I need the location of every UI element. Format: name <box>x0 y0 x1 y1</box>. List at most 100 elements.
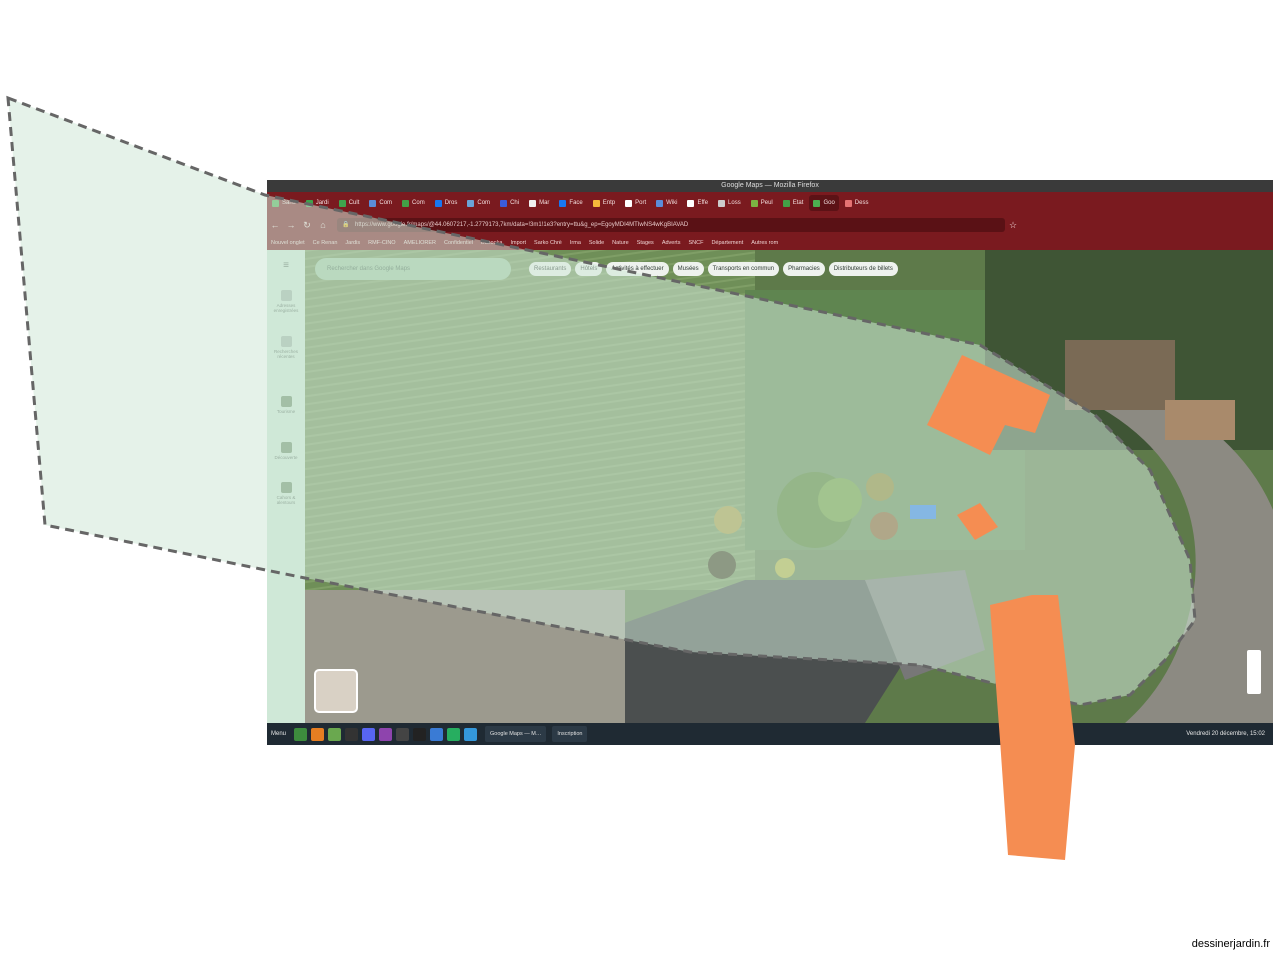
tab-favicon-icon <box>656 199 664 207</box>
tab-favicon-icon <box>467 199 475 207</box>
tab-label: Goo <box>823 200 835 206</box>
bookmark-item[interactable]: Ce Renan <box>313 240 338 246</box>
satellite-imagery[interactable] <box>305 250 1273 723</box>
firefox-icon[interactable] <box>311 727 325 741</box>
bookmark-item[interactable]: SNCF <box>688 240 703 246</box>
bookmark-item[interactable]: RMF-CINO <box>368 240 396 246</box>
zoom-control[interactable] <box>1247 650 1261 694</box>
category-chips: Restaurants Hôtels Activités à effectuer Mu… <box>529 262 898 276</box>
url-text: https://www.google.fr/maps/@44.0607217,-… <box>355 222 689 228</box>
tab-label: Peul <box>760 200 773 206</box>
tab-label: Loss <box>728 200 741 206</box>
browser-tab[interactable]: Com <box>365 195 396 211</box>
category-chip[interactable]: Activités à effectuer <box>606 262 669 276</box>
tab-favicon-icon <box>844 199 852 207</box>
browser-tab[interactable]: Effe <box>683 195 712 211</box>
sidebar-item[interactable]: Recherches récentes <box>269 336 303 359</box>
reload-icon[interactable]: ↻ <box>299 217 315 233</box>
shrub <box>870 512 898 540</box>
browser-tab[interactable]: Dess <box>841 195 873 211</box>
sidebar-item-label: Recherches récentes <box>273 349 298 359</box>
tab-favicon-icon <box>305 199 313 207</box>
bookmark-item[interactable]: Autres rom <box>751 240 778 246</box>
browser-tab[interactable]: Port <box>621 195 650 211</box>
browser-tab[interactable]: Com <box>463 195 494 211</box>
bookmark-item[interactable]: Confidentiel <box>444 240 473 246</box>
site-credit: dessinerjardin.fr <box>1191 938 1270 950</box>
browser-tab[interactable]: Jardi <box>302 195 333 211</box>
app-icon[interactable] <box>464 727 478 741</box>
mail-icon[interactable] <box>396 727 410 741</box>
category-chip[interactable]: Restaurants <box>529 262 572 276</box>
chat-icon[interactable] <box>362 727 376 741</box>
tab-favicon-icon <box>592 199 600 207</box>
bookmark-item[interactable]: Adverts <box>662 240 681 246</box>
hamburger-menu-icon[interactable]: ≡ <box>269 260 303 271</box>
bookmark-item[interactable]: Import <box>510 240 526 246</box>
bookmark-item[interactable]: Nature <box>612 240 629 246</box>
browser-tab[interactable]: Loss <box>714 195 745 211</box>
bookmark-item[interactable]: Département <box>711 240 743 246</box>
browser-tab[interactable]: Com <box>398 195 429 211</box>
folder-icon[interactable] <box>328 727 342 741</box>
browser-tab[interactable]: Peul <box>747 195 777 211</box>
forward-icon[interactable]: → <box>283 217 299 233</box>
search-input[interactable]: Rechercher dans Google Maps <box>315 258 511 280</box>
category-chip[interactable]: Pharmacies <box>783 262 825 276</box>
layers-thumbnail[interactable] <box>314 669 358 713</box>
files-icon[interactable] <box>294 727 308 741</box>
sidebar-item[interactable]: Tourisme <box>269 396 303 414</box>
tab-label: Entp <box>602 200 616 206</box>
sidebar-item[interactable]: Découverte <box>269 442 303 460</box>
home-icon[interactable]: ⌂ <box>315 217 331 233</box>
bookmark-item[interactable]: Stages <box>637 240 654 246</box>
map-label-marker[interactable] <box>910 505 936 519</box>
url-bar[interactable]: 🔒 https://www.google.fr/maps/@44.0607217… <box>337 218 1005 232</box>
bookmark-item[interactable]: Jardis <box>345 240 360 246</box>
star-icon[interactable]: ☆ <box>1005 217 1021 233</box>
shrub <box>708 551 736 579</box>
tab-label: Mar <box>539 200 550 206</box>
app-icon[interactable] <box>430 727 444 741</box>
category-chip[interactable]: Distributeurs de billets <box>828 262 898 276</box>
bookmark-item[interactable]: Sarko Chrè <box>534 240 562 246</box>
tab-label: Port <box>635 200 647 206</box>
browser-tab[interactable]: Face <box>555 195 586 211</box>
bookmark-item[interactable]: Irma <box>570 240 581 246</box>
browser-tab[interactable]: Etat <box>779 195 808 211</box>
sidebar-item[interactable]: Cahors & alentours <box>269 482 303 505</box>
back-icon[interactable]: ← <box>267 217 283 233</box>
bookmark-item[interactable]: Bazooka <box>481 240 502 246</box>
camera-icon[interactable] <box>413 727 427 741</box>
browser-tab[interactable]: Dros <box>431 195 462 211</box>
taskbar-window-other[interactable]: Inscription <box>552 726 588 742</box>
browser-tab[interactable]: Goo <box>809 195 839 211</box>
app-icon[interactable] <box>379 727 393 741</box>
shrub <box>866 473 894 501</box>
bookmark-item[interactable]: Nouvel onglet <box>271 240 305 246</box>
browser-tab[interactable]: Entp <box>589 195 619 211</box>
browser-tab[interactable]: Sans <box>268 195 300 211</box>
browser-tab[interactable]: Chi <box>496 195 523 211</box>
start-menu-button[interactable]: Menu <box>271 731 286 737</box>
category-chip[interactable]: Transports en commun <box>707 262 780 276</box>
map-area[interactable]: ≡ Adresses enregistrées Recherches récente… <box>267 250 1273 723</box>
bookmark-item[interactable]: AMELIORER <box>404 240 436 246</box>
tab-favicon-icon <box>625 199 633 207</box>
tab-label: Jardi <box>315 200 329 206</box>
shrub <box>714 506 742 534</box>
sync-icon[interactable] <box>447 727 461 741</box>
browser-tab[interactable]: Cult <box>335 195 364 211</box>
bookmark-icon <box>280 290 292 301</box>
bookmark-item[interactable]: Solide <box>589 240 604 246</box>
category-chip[interactable]: Hôtels <box>575 262 603 276</box>
terminal-icon[interactable] <box>345 727 359 741</box>
sidebar-item-label: Cahors & alentours <box>276 495 296 505</box>
sidebar-item[interactable]: Adresses enregistrées <box>269 290 303 313</box>
browser-tab[interactable]: Mar <box>525 195 553 211</box>
category-chip[interactable]: Musées <box>672 262 704 276</box>
tab-label: Chi <box>510 200 520 206</box>
taskbar-window-maps[interactable]: Google Maps — M… <box>485 726 547 742</box>
tab-favicon-icon <box>500 199 508 207</box>
browser-tab[interactable]: Wiki <box>652 195 681 211</box>
